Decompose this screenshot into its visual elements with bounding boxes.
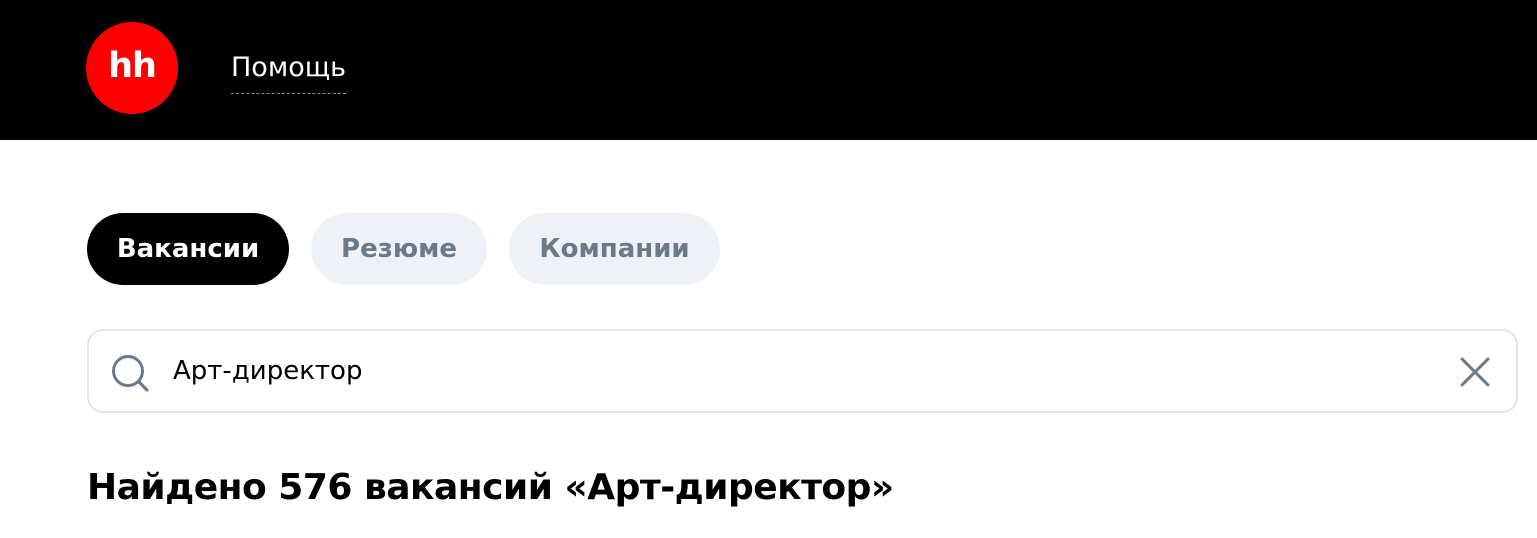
search-icon [112,355,149,392]
tab-resumes[interactable]: Резюме [311,213,487,285]
tab-vacancies[interactable]: Вакансии [87,213,289,285]
hh-logo[interactable]: hh [86,22,178,114]
search-input[interactable] [173,343,1403,399]
search-type-tabs: Вакансии Резюме Компании [87,213,720,285]
top-header: hh Помощь [0,0,1537,140]
help-link[interactable]: Помощь [231,50,347,94]
search-box [87,329,1518,413]
tab-companies[interactable]: Компании [509,213,720,285]
close-icon[interactable] [1458,355,1492,389]
results-title: Найдено 576 вакансий «Арт-директор» [87,467,894,508]
logo-text: hh [108,45,157,86]
